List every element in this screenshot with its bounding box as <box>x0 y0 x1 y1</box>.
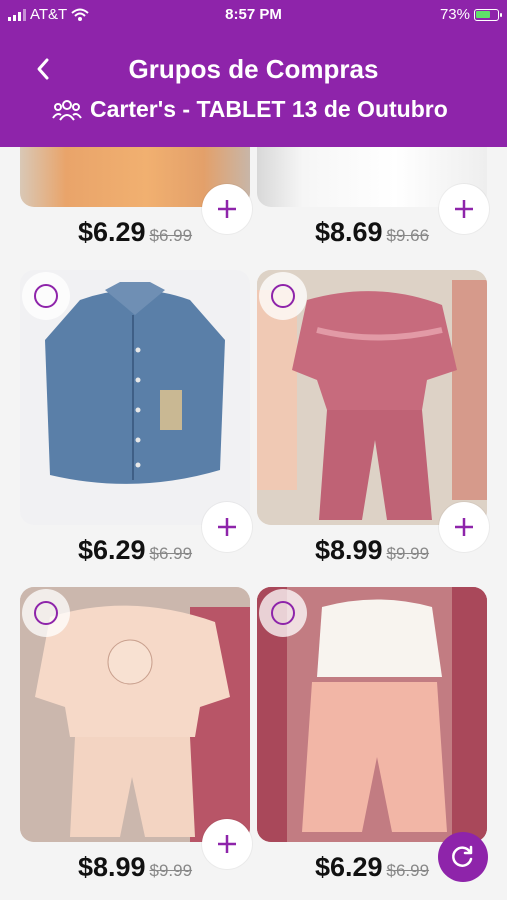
battery-icon <box>474 8 502 21</box>
page-title: Grupos de Compras <box>128 54 379 84</box>
select-toggle[interactable] <box>22 589 70 637</box>
product-grid: $6.29 $6.99 $8.69 $9.66 $6.29 $6.99 $8.9… <box>0 147 507 900</box>
product-price: $8.99 <box>77 852 146 882</box>
product-old-price: $6.99 <box>386 861 430 880</box>
refresh-button[interactable] <box>438 832 488 882</box>
product-price: $8.69 <box>314 217 383 247</box>
price-row: $8.99 $9.99 <box>20 852 250 883</box>
product-price: $6.29 <box>77 217 146 247</box>
product-old-price: $9.99 <box>149 861 193 880</box>
product-price: $6.29 <box>314 852 383 882</box>
price-row: $8.99 $9.99 <box>257 535 487 566</box>
select-toggle[interactable] <box>259 272 307 320</box>
circle-icon <box>271 601 295 625</box>
price-row: $6.29 $6.99 <box>20 535 250 566</box>
product-old-price: $6.99 <box>149 544 193 563</box>
refresh-icon <box>452 845 473 867</box>
clock: 8:57 PM <box>225 6 282 23</box>
subtitle-text: Carter's - TABLET 13 de Outubro <box>90 96 448 122</box>
product-old-price: $9.66 <box>386 226 430 245</box>
product-price: $6.29 <box>77 535 146 565</box>
circle-icon <box>271 284 295 308</box>
group-icon <box>52 99 82 121</box>
price-row: $6.29 $6.99 <box>20 217 250 248</box>
app-header: AT&T 8:57 PM 73% Grupos de Compras Carte… <box>0 0 507 147</box>
product-price: $8.99 <box>314 535 383 565</box>
group-subtitle: Carter's - TABLET 13 de Outubro <box>52 96 448 123</box>
product-old-price: $9.99 <box>386 544 430 563</box>
circle-icon <box>34 601 58 625</box>
circle-icon <box>34 284 58 308</box>
select-toggle[interactable] <box>259 589 307 637</box>
product-old-price: $6.99 <box>149 226 193 245</box>
status-bar: AT&T 8:57 PM 73% <box>0 4 507 26</box>
battery-percent: 73% <box>439 6 470 23</box>
price-row: $8.69 $9.66 <box>257 217 487 248</box>
select-toggle[interactable] <box>22 272 70 320</box>
